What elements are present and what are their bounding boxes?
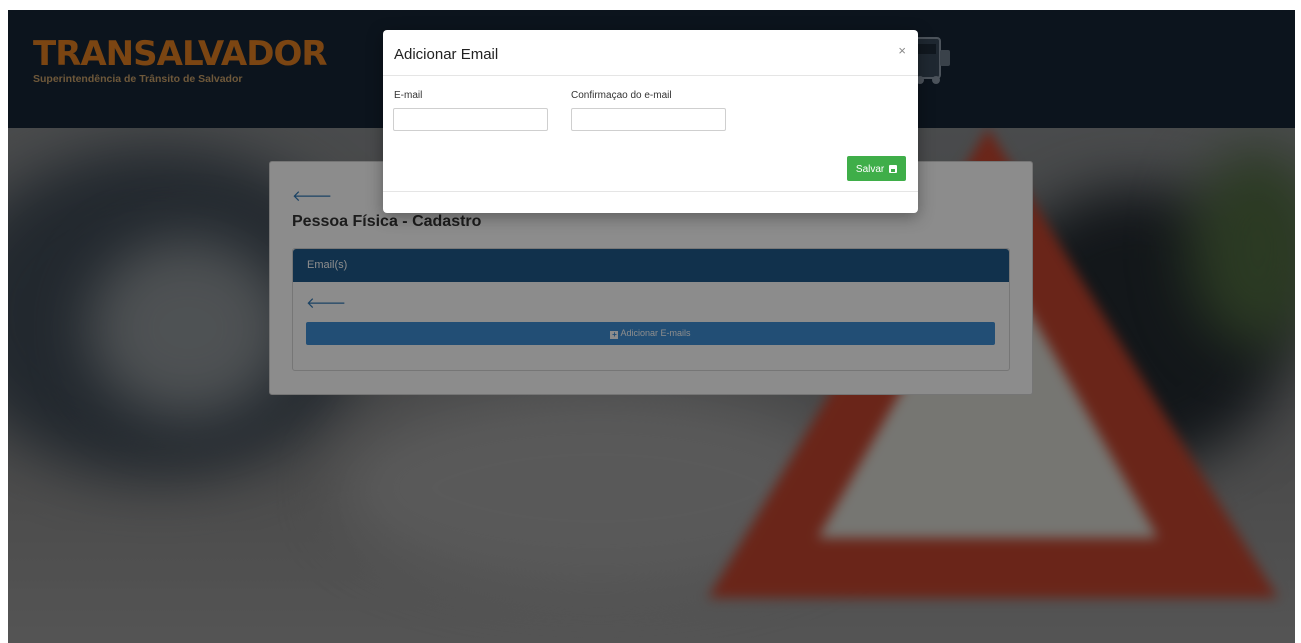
modal-header-divider <box>383 75 918 76</box>
modal-footer-divider <box>383 191 918 192</box>
save-label: Salvar <box>855 164 885 175</box>
save-icon <box>889 165 898 173</box>
add-email-modal: Adicionar Email × E-mail Confirmaçao do … <box>383 30 918 213</box>
app-frame: TRANSALVADOR Superintendência de Trânsit… <box>8 10 1295 643</box>
confirm-email-label: Confirmaçao do e-mail <box>571 90 672 101</box>
email-input[interactable] <box>393 108 548 131</box>
close-icon[interactable]: × <box>898 43 906 58</box>
modal-title: Adicionar Email <box>394 46 499 63</box>
confirm-email-input[interactable] <box>571 108 726 131</box>
save-button[interactable]: Salvar <box>847 156 906 181</box>
email-label: E-mail <box>394 90 423 101</box>
